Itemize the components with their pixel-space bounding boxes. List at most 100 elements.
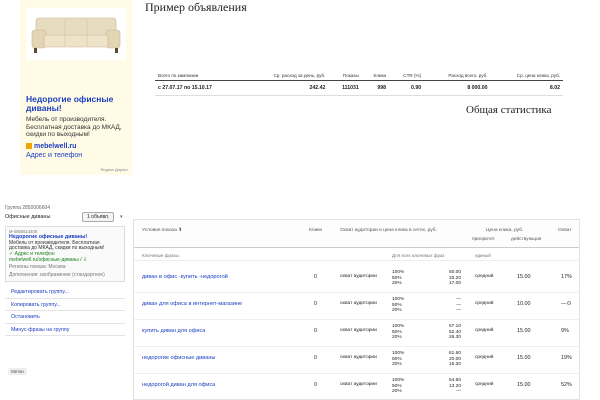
group-panel: Группа 2850006604 Офисные диваны 1 объяв… bbox=[5, 205, 125, 337]
mini-ad-regions: Регионы показа: Москва bbox=[9, 263, 66, 270]
stats-header: Расход всего, руб. bbox=[424, 71, 491, 81]
keyword-priority[interactable]: средний bbox=[475, 328, 493, 333]
keyword-price[interactable]: 15.00 bbox=[517, 382, 531, 388]
reach-percent: 100% bbox=[392, 351, 405, 356]
clicks-header: Клики bbox=[309, 228, 323, 233]
keyword-coverage: 17% bbox=[561, 274, 572, 280]
network-reach-header: Охват аудитории и цена клика в сетях, ру… bbox=[340, 228, 437, 233]
keyword-row: недорогой диван для офиса 0 охват аудитори… bbox=[134, 374, 579, 399]
keyword-coverage-value: 17% bbox=[561, 274, 572, 280]
ad-domain-link[interactable]: mebelwell.ru bbox=[34, 143, 76, 150]
reach-percent: 20% bbox=[392, 281, 402, 287]
all-phrases-label: Для всех ключевых фраз bbox=[392, 253, 445, 258]
network-bid: — bbox=[456, 389, 461, 395]
keyword-phrase-link[interactable]: недорогой диван для офиса bbox=[142, 382, 215, 388]
price-header: Цена клика, руб. bbox=[486, 228, 524, 233]
keyword-row: недорогие офисные диваны 0 охват аудитории… bbox=[134, 347, 579, 374]
sort-phrase-header[interactable]: Условия показа ⬆ bbox=[142, 228, 182, 233]
stats-header: Показы bbox=[328, 71, 362, 81]
labels-button[interactable]: Метки bbox=[8, 368, 27, 375]
keywords-subheader: Ключевые фразы Для всех ключевых фраз ед… bbox=[134, 248, 579, 261]
chevron-down-icon[interactable]: ▾ bbox=[120, 214, 123, 220]
keyword-clicks: 0 bbox=[314, 274, 317, 280]
sofa-image bbox=[26, 8, 126, 60]
stats-header: CTR (%) bbox=[389, 71, 425, 81]
stats-cell: с 27.07.17 по 15.10.17 bbox=[155, 80, 244, 96]
stats-header: Всего по кампании bbox=[155, 71, 244, 81]
keyword-network-bids: 61.60 20.00 15.30 bbox=[439, 351, 461, 368]
keyword-priority[interactable]: средний bbox=[475, 274, 493, 279]
stop-group-link[interactable]: Остановить bbox=[5, 311, 125, 324]
keyword-priority[interactable]: средний bbox=[475, 301, 493, 306]
keyword-priority[interactable]: средний bbox=[475, 355, 493, 360]
coverage-header: Охват bbox=[558, 228, 572, 233]
keyword-phrase-link[interactable]: диван для офиса в интернет-магазине bbox=[142, 301, 242, 307]
group-actions: Редактировать группу... Копировать групп… bbox=[5, 286, 125, 337]
group-name-row: Офисные диваны 1 объявл. ▾ bbox=[5, 212, 125, 224]
group-id: Группа 2850006604 bbox=[5, 205, 51, 211]
ad-title[interactable]: Недорогие офисные диваны! bbox=[26, 95, 130, 113]
ads-count-button[interactable]: 1 объявл. bbox=[82, 212, 115, 222]
keyword-coverage-value: 52% bbox=[561, 382, 572, 388]
priority-subheader: приоритет bbox=[472, 237, 495, 242]
stats-header-row: Всего по кампании Ср. расход за день, ру… bbox=[155, 71, 563, 81]
reach-percent: 100% bbox=[392, 378, 405, 383]
network-bid: — bbox=[456, 308, 461, 314]
network-bid: 15.30 bbox=[448, 362, 461, 368]
keyword-coverage-value: — bbox=[561, 301, 567, 307]
stats-cell: 8.02 bbox=[490, 80, 563, 96]
stats-header: Ср. цена клика, руб. bbox=[490, 71, 563, 81]
keyword-network-bids: 50.00 33.20 17.00 bbox=[439, 270, 461, 287]
keyword-price[interactable]: 15.00 bbox=[517, 274, 531, 280]
stats-row: с 27.07.17 по 15.10.17 242.42 111031 998… bbox=[155, 80, 563, 96]
stats-cell: 998 bbox=[361, 80, 390, 96]
example-title: Пример объявления bbox=[145, 0, 247, 14]
keyword-network-bids: 67.10 52.40 26.30 bbox=[439, 324, 461, 341]
reach-percent: 100% bbox=[392, 324, 405, 329]
mini-ad-extras: Дополнения: изображение (стандартное) bbox=[9, 271, 105, 278]
edit-group-link[interactable]: Редактировать группу... bbox=[5, 286, 125, 299]
keyword-reach-percents: 100% 50% 20% bbox=[392, 324, 404, 341]
keyword-coverage: — bbox=[561, 301, 572, 307]
keyword-price[interactable]: 15.00 bbox=[517, 328, 531, 334]
stats-header: Ср. расход за день, руб. bbox=[243, 71, 329, 81]
reach-percent: 20% bbox=[392, 308, 402, 314]
stats-cell: 242.42 bbox=[243, 80, 329, 96]
keyword-row: купить диван для офиса 0 охват аудитории 10… bbox=[134, 320, 579, 347]
keyword-row: диван в офис -купить -недорогой 0 охват ау… bbox=[134, 266, 579, 293]
keyword-clicks: 0 bbox=[314, 328, 317, 334]
stats-caption: Общая статистика bbox=[466, 104, 552, 116]
keywords-header: Условия показа ⬆ Клики Охват аудитории и… bbox=[134, 220, 579, 248]
reach-percent: 20% bbox=[392, 362, 402, 368]
reach-percent: 20% bbox=[392, 335, 402, 341]
keyword-reach-percents: 100% 50% 20% bbox=[392, 378, 404, 395]
keyword-price[interactable]: 10.00 bbox=[517, 301, 531, 307]
keyword-network-bids: 54.60 13.20— bbox=[439, 378, 461, 395]
keyword-reach-percents: 100% 50% 20% bbox=[392, 351, 404, 368]
domain-favicon-icon bbox=[26, 143, 32, 149]
keyword-phrase-link[interactable]: недорогие офисные диваны bbox=[142, 355, 215, 361]
keyword-phrase-link[interactable]: купить диван для офиса bbox=[142, 328, 205, 334]
keyword-phrase-link[interactable]: диван в офис -купить -недорогой bbox=[142, 274, 228, 280]
keyword-coverage: 9% bbox=[561, 328, 569, 334]
ad-domain-row[interactable]: mebelwell.ru bbox=[26, 143, 76, 151]
keyword-clicks: 0 bbox=[314, 382, 317, 388]
keyword-price[interactable]: 15.00 bbox=[517, 355, 531, 361]
negative-keywords-link[interactable]: Минус-фразы на группу bbox=[5, 324, 125, 337]
keywords-table: Условия показа ⬆ Клики Охват аудитории и… bbox=[133, 219, 580, 400]
copy-group-link[interactable]: Копировать группу... bbox=[5, 299, 125, 312]
current-price-subheader: действующая bbox=[511, 237, 542, 242]
help-circle-icon[interactable] bbox=[567, 301, 572, 305]
ad-source-label: Яндекс.Директ bbox=[100, 167, 128, 172]
keyword-clicks: 0 bbox=[314, 355, 317, 361]
keyword-reach: охват аудитории bbox=[340, 328, 377, 333]
ad-contact-link[interactable]: Адрес и телефон bbox=[26, 152, 82, 159]
keyword-reach: охват аудитории bbox=[340, 274, 377, 279]
stats-header: Клики bbox=[361, 71, 390, 81]
mini-ad-preview: М-4855514405 Недорогие офисные диваны! М… bbox=[5, 226, 125, 283]
keyword-reach: охват аудитории bbox=[340, 355, 377, 360]
ad-preview[interactable]: Недорогие офисные диваны! Мебель от прои… bbox=[20, 0, 132, 175]
mini-ad-domain[interactable]: mebelwell.ru/офисные-диваны / ⇩ bbox=[9, 257, 121, 264]
keyword-priority[interactable]: средний bbox=[475, 382, 493, 387]
keyword-reach: охват аудитории bbox=[340, 382, 377, 387]
